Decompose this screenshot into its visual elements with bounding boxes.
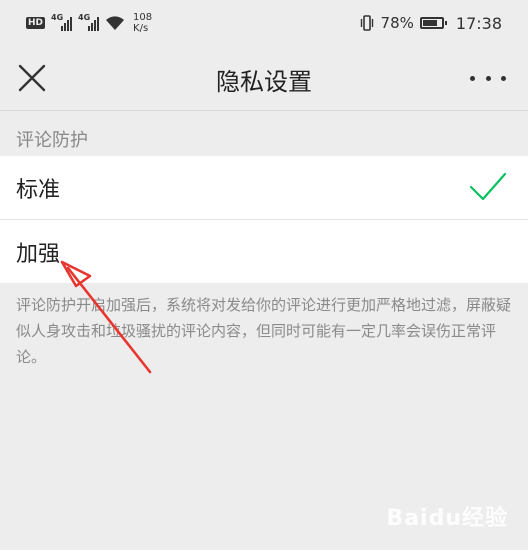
battery-fill	[422, 20, 437, 26]
vibrate-icon	[360, 15, 373, 31]
net-speed-value: 108	[133, 12, 153, 23]
option-enhanced[interactable]: 加强	[0, 219, 528, 283]
status-right: 78% 17:38	[359, 14, 502, 33]
more-icon-dot	[485, 75, 491, 81]
option-enhanced-label: 加强	[16, 241, 61, 267]
more-button[interactable]	[470, 66, 506, 90]
battery-percent: 78%	[380, 14, 414, 32]
title-bar: 隐私设置	[0, 46, 528, 111]
option-standard-label: 标准	[16, 177, 61, 203]
sim1-label: 4G	[51, 13, 64, 22]
comment-protection-description: 评论防护开启加强后，系统将对发给你的评论进行更加严格地过滤，屏蔽疑似人身攻击和垃…	[16, 296, 512, 366]
hd-badge: HD	[26, 17, 46, 29]
page-title: 隐私设置	[216, 68, 312, 96]
section-header-comment-protection: 评论防护	[16, 130, 88, 151]
watermark: Baidu经验	[386, 506, 508, 531]
status-left: HD 4G 4G 108 K/s	[26, 12, 152, 34]
option-standard[interactable]: 标准	[0, 156, 528, 219]
wifi-icon	[106, 16, 125, 30]
more-icon-dot	[470, 75, 475, 81]
battery-icon	[419, 17, 447, 29]
sim1-signal-icon: 4G	[51, 13, 73, 31]
net-speed: 108 K/s	[133, 12, 152, 34]
checkmark-icon	[469, 172, 507, 201]
sim2-signal-icon: 4G	[78, 13, 100, 31]
net-speed-unit: K/s	[133, 23, 149, 34]
sim2-label: 4G	[78, 13, 91, 22]
comment-protection-options: 标准 加强	[0, 156, 528, 283]
more-icon-dot	[501, 75, 506, 81]
status-bar: HD 4G 4G 108 K/s 78% 17:38	[0, 0, 528, 46]
clock: 17:38	[455, 13, 502, 33]
